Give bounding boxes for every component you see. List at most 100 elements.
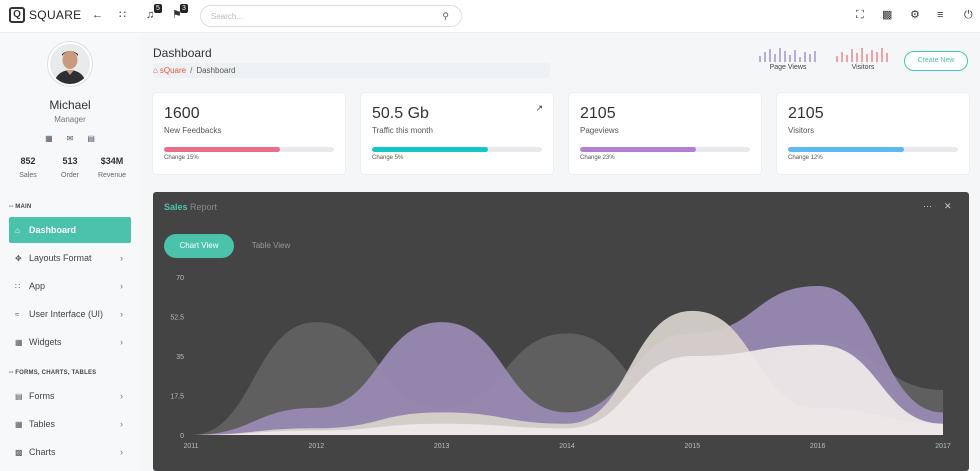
stat-order: 513 Order bbox=[50, 156, 90, 179]
card-change: Change 15% bbox=[164, 155, 199, 161]
sort-menu-icon[interactable]: ≡ bbox=[937, 8, 943, 22]
sidebar-item-label: Widgets bbox=[29, 337, 62, 347]
stat-card-feedbacks: 1600 New Feedbacks Change 15% bbox=[153, 93, 345, 174]
x-tick-label: 2016 bbox=[810, 443, 826, 450]
stat-revenue: $34M Revenue bbox=[92, 156, 132, 179]
search-input[interactable] bbox=[211, 6, 431, 27]
card-change: Change 23% bbox=[580, 155, 615, 161]
progress-fill bbox=[788, 147, 904, 152]
settings-gear-icon[interactable]: ⚙ bbox=[910, 8, 920, 22]
back-arrow-icon[interactable]: ← bbox=[92, 8, 103, 22]
avatar-image bbox=[50, 44, 90, 84]
x-tick-label: 2014 bbox=[559, 443, 575, 450]
card-label: Visitors bbox=[788, 126, 815, 135]
mail-icon[interactable]: ✉ bbox=[67, 134, 74, 143]
flags-button[interactable]: ⚑ 3 bbox=[172, 4, 188, 22]
more-options-icon[interactable]: ⋯ bbox=[923, 201, 932, 212]
stat-value: 852 bbox=[20, 156, 36, 166]
sales-area-chart: 0 17.5 35 52.5 70 2011 2012 2013 2014 2015 2016 201… bbox=[170, 275, 951, 450]
user-role: Manager bbox=[54, 115, 86, 124]
card-label: Pageviews bbox=[580, 126, 619, 135]
stat-card-pageviews: 2105 Pageviews Change 23% bbox=[569, 93, 761, 174]
sidebar-item-label: Tables bbox=[29, 419, 56, 429]
chevron-right-icon: › bbox=[120, 391, 123, 401]
page-title: Dashboard bbox=[153, 46, 212, 60]
progress-bar bbox=[164, 147, 334, 152]
stat-value: 513 bbox=[62, 156, 78, 166]
sidebar-item-widgets[interactable]: ▦ Widgets › bbox=[9, 329, 131, 355]
brand[interactable]: Q SQUARE bbox=[9, 7, 81, 23]
sales-report-panel: Sales Report ⋯ ✕ Chart View Table View 0… bbox=[153, 192, 969, 471]
notifications-button[interactable]: ♫ 5 bbox=[146, 4, 162, 22]
move-icon: ✥ bbox=[15, 253, 22, 263]
create-new-button[interactable]: Create New bbox=[904, 51, 968, 71]
breadcrumb-home-icon[interactable]: ⌂ bbox=[153, 66, 158, 75]
x-tick-label: 2012 bbox=[309, 443, 325, 450]
power-icon[interactable]: ⏻ bbox=[964, 8, 973, 22]
search-box: ⚲ bbox=[200, 5, 462, 27]
section-forms-label: -- FORMS, CHARTS, TABLES bbox=[9, 370, 97, 376]
sidebar-item-label: Charts bbox=[29, 447, 56, 457]
avatar[interactable] bbox=[48, 42, 92, 86]
visitors-label: Visitors bbox=[851, 64, 875, 71]
progress-fill bbox=[164, 147, 280, 152]
sidebar-item-user-interface[interactable]: ≈ User Interface (UI) › bbox=[9, 301, 131, 327]
panel-title-accent: Sales bbox=[164, 202, 188, 212]
flags-badge: 3 bbox=[180, 4, 188, 13]
card-label: Traffic this month bbox=[372, 126, 433, 135]
sidebar-item-charts[interactable]: ▩ Charts › bbox=[9, 439, 131, 465]
sidebar-item-tables[interactable]: ▦ Tables › bbox=[9, 411, 131, 437]
apps-grid-icon[interactable]: ∷ bbox=[119, 8, 126, 22]
sidebar-item-app[interactable]: ∷ App › bbox=[9, 273, 131, 299]
tab-chart-view[interactable]: Chart View bbox=[164, 234, 234, 258]
card-value: 2105 bbox=[580, 105, 616, 122]
y-tick-label: 17.5 bbox=[170, 394, 184, 401]
progress-bar bbox=[372, 147, 542, 152]
stat-card-visitors: 2105 Visitors Change 12% bbox=[777, 93, 969, 174]
stat-label: Revenue bbox=[97, 172, 127, 179]
chevron-right-icon: › bbox=[120, 253, 123, 263]
section-main-label: -- MAIN bbox=[9, 204, 32, 210]
top-bar: Q SQUARE ← ∷ ♫ 5 ⚑ 3 ⚲ ⛶ ▩ ⚙ ≡ ⏻ bbox=[0, 0, 980, 33]
card-value: 1600 bbox=[164, 105, 200, 122]
progress-fill bbox=[580, 147, 696, 152]
brand-name: SQUARE bbox=[29, 8, 82, 22]
bell-icon: ♫ bbox=[146, 9, 155, 21]
brush-icon: ≈ bbox=[15, 309, 20, 319]
tab-table-view[interactable]: Table View bbox=[243, 234, 299, 258]
progress-bar bbox=[580, 147, 750, 152]
y-tick-label: 35 bbox=[176, 354, 184, 361]
close-icon[interactable]: ✕ bbox=[944, 201, 952, 212]
notifications-badge: 5 bbox=[154, 4, 162, 13]
table-icon: ▦ bbox=[15, 419, 23, 429]
sidebar-item-layouts-format[interactable]: ✥ Layouts Format › bbox=[9, 245, 131, 271]
contact-card-icon[interactable]: ▤ bbox=[87, 134, 95, 143]
fullscreen-icon[interactable]: ⛶ bbox=[856, 8, 864, 22]
breadcrumb-current: Dashboard bbox=[196, 66, 236, 75]
sidebar-item-label: Forms bbox=[29, 391, 55, 401]
calendar-icon[interactable]: ▦ bbox=[45, 134, 53, 143]
y-tick-label: 0 bbox=[180, 433, 184, 440]
search-icon[interactable]: ⚲ bbox=[442, 11, 449, 22]
chat-icon[interactable]: ▩ bbox=[882, 8, 892, 22]
stat-card-traffic: 50.5 Gb ↗ Traffic this month Change 5% bbox=[361, 93, 553, 174]
stat-label: Order bbox=[61, 172, 79, 179]
y-tick-label: 70 bbox=[176, 275, 184, 282]
sidebar-item-forms[interactable]: ▤ Forms › bbox=[9, 383, 131, 409]
y-tick-label: 52.5 bbox=[170, 315, 184, 322]
progress-bar bbox=[788, 147, 958, 152]
trending-up-icon: ↗ bbox=[535, 103, 543, 113]
x-tick-label: 2013 bbox=[434, 443, 450, 450]
stat-sales: 852 Sales bbox=[8, 156, 48, 179]
sidebar-item-dashboard[interactable]: ⌂ Dashboard bbox=[9, 217, 131, 243]
user-actions: ▦ ✉ ▤ bbox=[0, 134, 140, 143]
x-tick-label: 2017 bbox=[935, 443, 951, 450]
user-stats: 852 Sales 513 Order $34M Revenue bbox=[8, 156, 132, 179]
breadcrumb-home-link[interactable]: sQuare bbox=[160, 66, 186, 75]
breadcrumb-separator: / bbox=[190, 66, 193, 75]
panel-title: Sales Report bbox=[164, 202, 217, 212]
stat-label: Sales bbox=[19, 172, 37, 179]
chevron-right-icon: › bbox=[120, 309, 123, 319]
x-tick-label: 2011 bbox=[183, 443, 198, 450]
sidebar: Michael Manager ▦ ✉ ▤ 852 Sales 513 Orde… bbox=[0, 33, 140, 471]
